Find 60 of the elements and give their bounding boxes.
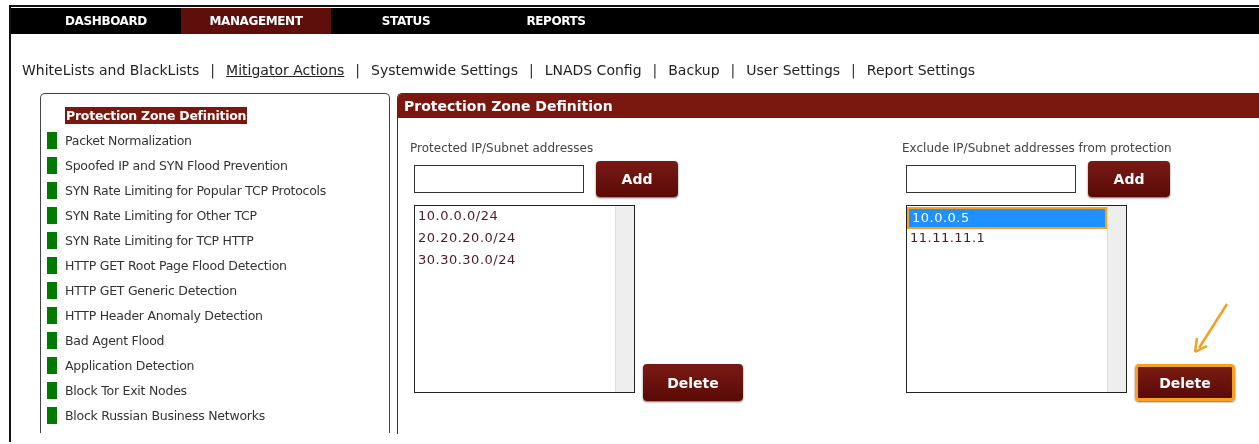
annotation-arrow: [1193, 302, 1229, 354]
nav-link[interactable]: Backup: [668, 62, 720, 78]
separator: |: [528, 62, 534, 78]
list-option[interactable]: 11.11.11.1: [907, 229, 1107, 251]
list-option[interactable]: 30.30.30.0/24: [415, 251, 615, 273]
status-marker: [47, 157, 57, 174]
sidebar-item[interactable]: SYN Rate Limiting for TCP HTTP: [65, 233, 254, 248]
nav-link[interactable]: WhiteLists and BlackLists: [22, 62, 200, 78]
sidebar-item[interactable]: Block Russian Business Networks: [65, 408, 265, 423]
status-marker: [47, 332, 57, 349]
status-marker: [47, 232, 57, 249]
sidebar-item[interactable]: HTTP GET Generic Detection: [65, 283, 237, 298]
sidebar-item[interactable]: Application Detection: [65, 358, 195, 373]
sidebar-item[interactable]: Spoofed IP and SYN Flood Prevention: [65, 158, 288, 173]
separator: |: [851, 62, 856, 78]
scrollbar[interactable]: [615, 206, 634, 392]
status-marker: [47, 257, 57, 274]
separator: |: [652, 62, 658, 78]
delete-button[interactable]: Delete: [1135, 364, 1235, 401]
field-label: Protected IP/Subnet addresses: [410, 141, 595, 157]
nav-tab[interactable]: STATUS: [331, 8, 481, 34]
add-button[interactable]: Add: [596, 161, 678, 197]
status-marker: [47, 182, 57, 199]
sidebar-item[interactable]: Packet Normalization: [65, 133, 192, 148]
add-button[interactable]: Add: [1088, 161, 1170, 197]
address-list[interactable]: 10.0.0.0/24 20.20.20.0/24 30.30.30.0/24: [414, 205, 635, 393]
nav-link[interactable]: User Settings: [746, 62, 841, 78]
nav-link[interactable]: Systemwide Settings: [371, 62, 518, 78]
status-marker: [47, 282, 57, 299]
scrollbar[interactable]: [1107, 206, 1126, 392]
separator: |: [355, 62, 360, 78]
sidebar-item[interactable]: HTTP Header Anomaly Detection: [65, 308, 263, 323]
list-option[interactable]: 20.20.20.0/24: [415, 229, 615, 251]
sidebar-item[interactable]: Block Tor Exit Nodes: [65, 383, 187, 398]
list-option[interactable]: 10.0.0.0/24: [415, 207, 615, 229]
nav-tab[interactable]: MANAGEMENT: [181, 8, 331, 34]
field-label: Exclude IP/Subnet addresses from protection: [902, 141, 1173, 157]
status-marker: [47, 407, 57, 424]
sidebar-item[interactable]: SYN Rate Limiting for Popular TCP Protocols: [65, 183, 327, 198]
delete-button[interactable]: Delete: [643, 364, 743, 401]
address-input[interactable]: [414, 165, 584, 193]
sidebar-item[interactable]: Protection Zone Definition: [65, 107, 248, 124]
status-marker: [47, 357, 57, 374]
status-marker: [47, 207, 57, 224]
sidebar-item[interactable]: Bad Agent Flood: [65, 333, 165, 348]
status-marker: [47, 382, 57, 399]
nav-link[interactable]: Report Settings: [866, 62, 976, 78]
panel-title: Protection Zone Definition: [398, 94, 1259, 118]
sidebar-item[interactable]: HTTP GET Root Page Flood Detection: [65, 258, 287, 273]
nav-link[interactable]: LNADS Config: [544, 62, 642, 78]
status-marker: [47, 132, 57, 149]
separator: |: [210, 62, 216, 78]
nav-tab[interactable]: REPORTS: [481, 8, 631, 34]
nav-link[interactable]: Mitigator Actions: [226, 62, 345, 78]
status-marker: [47, 307, 57, 324]
nav-tab[interactable]: DASHBOARD: [31, 8, 181, 34]
separator: |: [730, 62, 736, 78]
sidebar-item[interactable]: SYN Rate Limiting for Other TCP: [65, 208, 257, 223]
address-input[interactable]: [906, 165, 1076, 193]
address-list[interactable]: 10.0.0.5 11.11.11.1: [906, 205, 1127, 393]
